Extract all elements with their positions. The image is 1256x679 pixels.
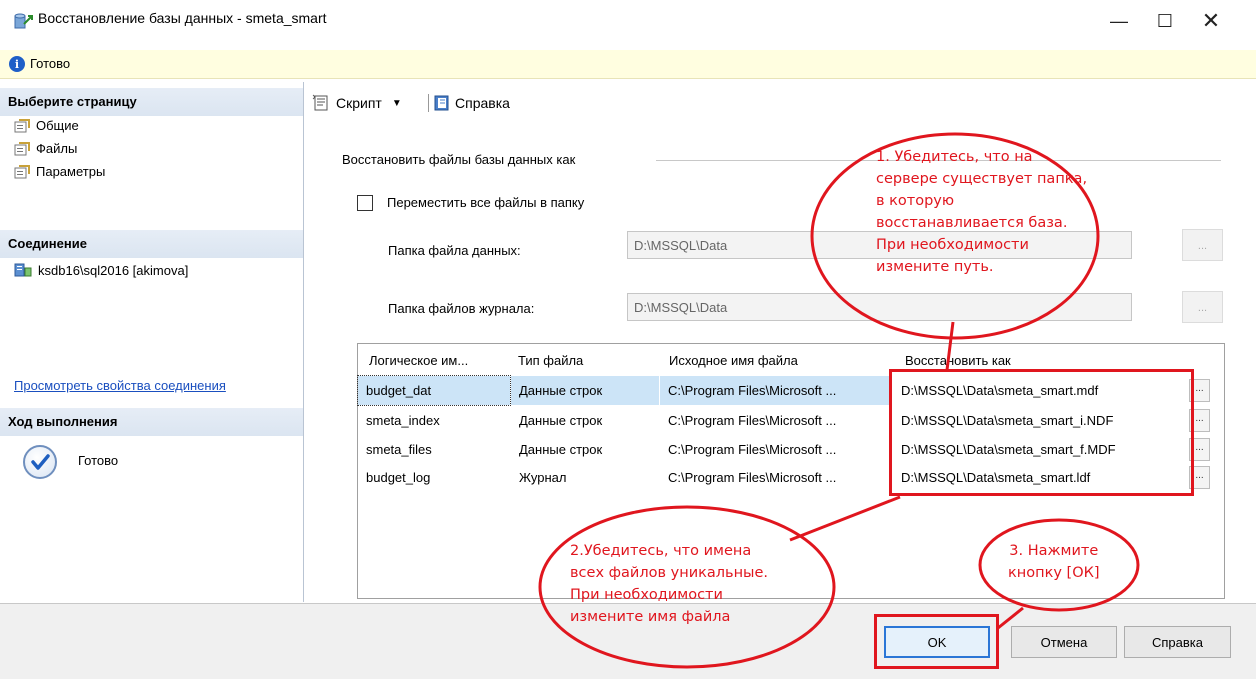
select-page-header: Выберите страницу xyxy=(0,88,303,116)
cell-file-type[interactable]: Журнал xyxy=(511,463,659,492)
toolbar-help-button[interactable]: Справка xyxy=(433,94,510,112)
script-button[interactable]: Скрипт ▼ xyxy=(312,94,402,112)
help-button[interactable]: Справка xyxy=(1124,626,1231,658)
annotation-note-2: 2.Убедитесь, что имена всех файлов уника… xyxy=(570,540,768,628)
annotation-line: измените путь. xyxy=(876,259,994,275)
connection-server: ksdb16\sql2016 [akimova] xyxy=(14,262,188,278)
status-text: Готово xyxy=(30,56,71,71)
column-header-file-type[interactable]: Тип файла xyxy=(518,353,583,368)
annotation-line: восстанавливается база. xyxy=(876,215,1068,231)
page-icon xyxy=(14,118,30,132)
annotation-line: в которую xyxy=(876,193,955,209)
cancel-button[interactable]: Отмена xyxy=(1011,626,1117,658)
cell-logical-name[interactable]: smeta_index xyxy=(358,406,510,435)
close-button[interactable]: ✕ xyxy=(1188,2,1234,40)
toolbar-help-label: Справка xyxy=(455,95,510,111)
annotation-line: сервере существует папка, xyxy=(876,171,1088,187)
data-folder-label: Папка файла данных: xyxy=(388,243,521,258)
script-label: Скрипт xyxy=(336,95,382,111)
connection-header: Соединение xyxy=(0,230,303,258)
cell-file-type[interactable]: Данные строк xyxy=(511,376,659,405)
column-header-restore-as[interactable]: Восстановить как xyxy=(905,353,1011,368)
script-icon xyxy=(312,94,328,111)
view-connection-properties-link[interactable]: Просмотреть свойства соединения xyxy=(14,378,226,393)
cell-file-type[interactable]: Данные строк xyxy=(511,435,659,464)
server-icon xyxy=(14,263,32,277)
annotation-note-3: 3. Нажмите кнопку [ОК] xyxy=(1008,540,1100,584)
annotation-line: 1. Убедитесь, что на xyxy=(876,149,1033,165)
column-header-logical-name[interactable]: Логическое им... xyxy=(369,353,468,368)
annotation-line: 3. Нажмите xyxy=(1009,543,1099,559)
annotation-line: всех файлов уникальные. xyxy=(570,565,769,581)
nav-item-general[interactable]: Общие xyxy=(14,118,79,133)
maximize-button[interactable]: ☐ xyxy=(1142,2,1188,40)
page-icon xyxy=(14,164,30,178)
data-folder-browse-button[interactable]: ... xyxy=(1182,229,1223,261)
annotation-box-ok xyxy=(874,614,999,669)
toolbar-separator xyxy=(428,94,429,112)
checkmark-icon xyxy=(23,445,57,479)
annotation-line: 2.Убедитесь, что имена xyxy=(570,543,752,559)
move-all-checkbox[interactable] xyxy=(357,195,373,211)
connection-server-text: ksdb16\sql2016 [akimova] xyxy=(38,262,189,278)
cell-original-name[interactable]: C:\Program Files\Microsoft ... xyxy=(660,435,892,464)
annotation-line: измените имя файла xyxy=(570,609,731,625)
group-title: Восстановить файлы базы данных как xyxy=(342,152,576,167)
annotation-box-restore-as xyxy=(889,369,1194,496)
cell-original-name[interactable]: C:\Program Files\Microsoft ... xyxy=(660,376,892,405)
nav-item-label: Общие xyxy=(36,118,79,133)
cell-file-type[interactable]: Данные строк xyxy=(511,406,659,435)
annotation-line: При необходимости xyxy=(570,587,723,603)
minimize-button[interactable]: — xyxy=(1096,2,1142,40)
cell-original-name[interactable]: C:\Program Files\Microsoft ... xyxy=(660,406,892,435)
cell-original-name[interactable]: C:\Program Files\Microsoft ... xyxy=(660,463,892,492)
annotation-line: При необходимости xyxy=(876,237,1029,253)
annotation-note-1: 1. Убедитесь, что на сервере существует … xyxy=(876,146,1087,278)
chevron-down-icon[interactable]: ▼ xyxy=(392,98,402,109)
move-all-label: Переместить все файлы в папку xyxy=(387,195,585,210)
nav-item-files[interactable]: Файлы xyxy=(14,141,77,156)
info-icon: i xyxy=(9,56,25,72)
cell-logical-name[interactable]: budget_dat xyxy=(357,375,511,406)
status-bar xyxy=(0,50,1256,79)
help-book-icon xyxy=(434,95,449,111)
annotation-line: кнопку [ОК] xyxy=(1008,565,1100,581)
database-restore-icon xyxy=(14,13,33,29)
nav-item-label: Параметры xyxy=(36,164,106,179)
progress-status: Готово xyxy=(78,453,119,468)
cell-logical-name[interactable]: budget_log xyxy=(358,463,510,492)
cell-logical-name[interactable]: smeta_files xyxy=(358,435,510,464)
nav-item-parameters[interactable]: Параметры xyxy=(14,164,105,179)
column-header-original-name[interactable]: Исходное имя файла xyxy=(669,353,798,368)
log-folder-label: Папка файлов журнала: xyxy=(388,301,535,316)
log-folder-input[interactable]: D:\MSSQL\Data xyxy=(627,293,1132,321)
left-pane xyxy=(0,82,304,602)
page-icon xyxy=(14,141,30,155)
log-folder-browse-button[interactable]: ... xyxy=(1182,291,1223,323)
nav-item-label: Файлы xyxy=(36,141,78,156)
progress-header: Ход выполнения xyxy=(0,408,303,436)
window-title: Восстановление базы данных - smeta_smart xyxy=(38,10,327,26)
